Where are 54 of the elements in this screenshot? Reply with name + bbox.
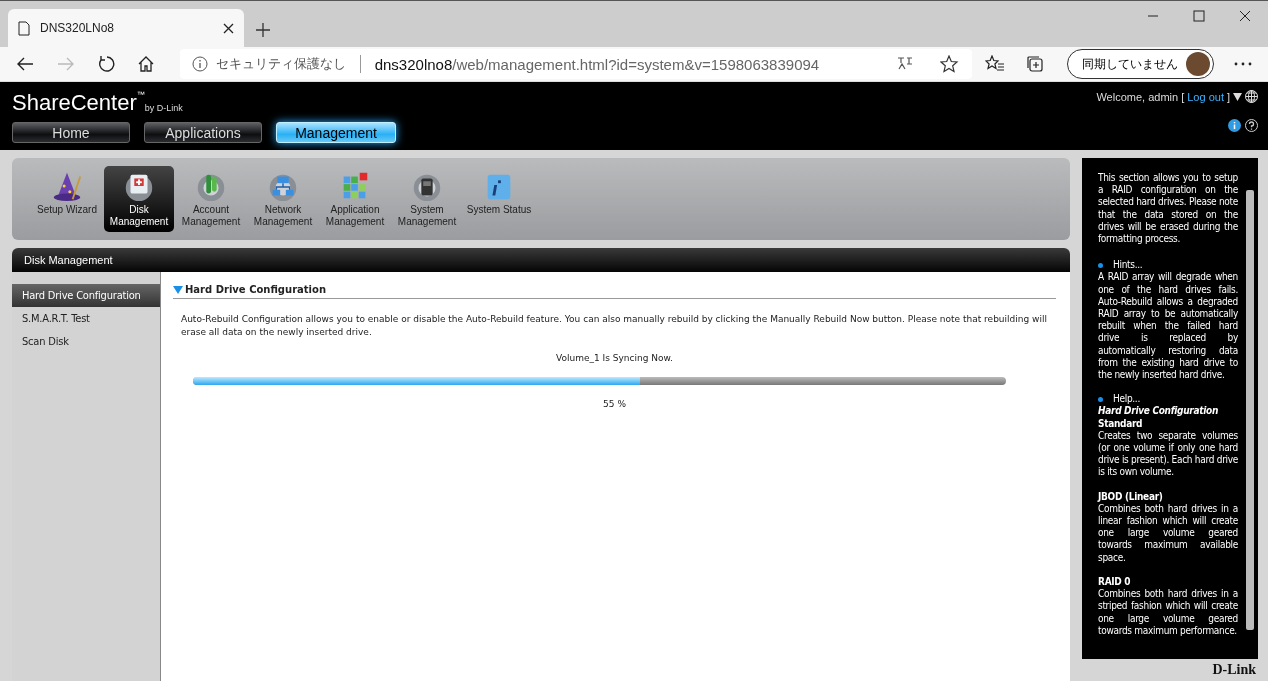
help-subtitle: Hints... <box>1113 259 1143 272</box>
nav-tab[interactable]: Management <box>276 122 396 143</box>
page-icon <box>18 20 30 36</box>
nav-tab[interactable]: Applications <box>144 122 262 143</box>
status-text: Volume_1 Is Syncing Now. <box>555 353 674 363</box>
profile-button[interactable]: 同期していません <box>1066 49 1214 79</box>
info-icon <box>191 56 208 72</box>
close-icon[interactable] <box>223 22 234 34</box>
toolbar-item[interactable]: System Management <box>392 166 462 232</box>
toolbar-item[interactable]: Network Management <box>248 166 318 232</box>
globe-icon[interactable] <box>1245 90 1258 103</box>
star-icon[interactable] <box>939 55 960 73</box>
tab-title: DNS320LNo8 <box>40 21 116 35</box>
security-label: セキュリティ保護なし <box>215 55 346 73</box>
scrollbar[interactable] <box>1246 190 1254 630</box>
dropdown-icon[interactable] <box>1233 92 1242 101</box>
panel-title: Disk Management <box>12 248 1070 272</box>
help-heading: JBOD (Linear) <box>1098 490 1164 503</box>
help-text: This section allows you to setup a RAID configuration on the selected hard drives. Please note that the data stored on the drives will be erased during the formatting process. <box>1098 172 1238 246</box>
bullet-icon <box>1098 396 1103 402</box>
url-text: dns320lno8/web/management.html?id=system&v=1598063839094 <box>374 55 820 73</box>
help-text: Creates two separate volumes (or one volume if only one hard drive is present). Each hard drive is its own volume. <box>1098 429 1238 479</box>
sharecenter-logo: ShareCenter™ by D-Link <box>12 90 184 116</box>
progress-percent: 55 % <box>602 399 627 409</box>
help-heading: Standard <box>1098 417 1144 430</box>
section-title: Hard Drive Configuration <box>185 284 327 295</box>
help-heading: RAID 0 <box>1098 575 1132 589</box>
welcome-text: Welcome, admin [ <box>1096 90 1185 103</box>
toolbar-item[interactable]: Disk Management <box>104 166 174 232</box>
bullet-icon <box>1098 262 1103 268</box>
toolbar-item[interactable]: System Status <box>464 166 534 232</box>
help-text: A RAID array will degrade when one of the hard drives fails. Auto-Rebuild allows a degraded RAID array to be automatically rebuilt when the failed hard drive is replaced by automatically restoring data from the existing hard drive to the newly inserted hard drive. <box>1098 271 1238 382</box>
menu-item[interactable]: Scan Disk <box>12 330 160 353</box>
description-text: Auto-Rebuild Configuration allows you to enable or disable the Auto-Rebuild feature. You can also manually rebuild by clicking the Manually Rebuild Now button. Please note that rebuilding will erase all data on the newly inserted drive. <box>181 313 1048 339</box>
help-subtitle: Help... <box>1113 393 1140 406</box>
info-icon[interactable] <box>1228 119 1241 132</box>
help-text: Combines both hard drives in a striped fashion which will create one large volume geared towards maximum performance. <box>1098 588 1238 637</box>
logout-link[interactable]: Log out <box>1187 90 1224 103</box>
plus-icon[interactable] <box>256 23 270 37</box>
nav-tab[interactable]: Home <box>12 122 130 143</box>
toolbar-item[interactable]: Account Management <box>176 166 246 232</box>
address-bar[interactable]: セキュリティ保護なし dns320lno8/web/management.html?id=system&v=1598063839094 <box>179 49 972 79</box>
dlink-logo: D-Link <box>1212 662 1256 678</box>
help-icon[interactable] <box>1245 119 1258 132</box>
menu-item[interactable]: S.M.A.R.T. Test <box>12 307 160 330</box>
toolbar-item[interactable]: Application Management <box>320 166 390 232</box>
menu-item[interactable]: Hard Drive Configuration <box>12 284 160 307</box>
collapse-icon[interactable] <box>173 285 183 294</box>
help-heading: Hard Drive Configuration <box>1098 405 1219 418</box>
bracket-text: ] <box>1226 90 1230 103</box>
help-text: Combines both hard drives in a linear fashion which will create one large volume geared towards maximum available space. <box>1098 502 1238 564</box>
avatar-icon <box>1185 52 1210 76</box>
toolbar-item[interactable]: Setup Wizard <box>32 166 102 232</box>
browser-tab[interactable]: DNS320LNo8 <box>8 9 244 47</box>
